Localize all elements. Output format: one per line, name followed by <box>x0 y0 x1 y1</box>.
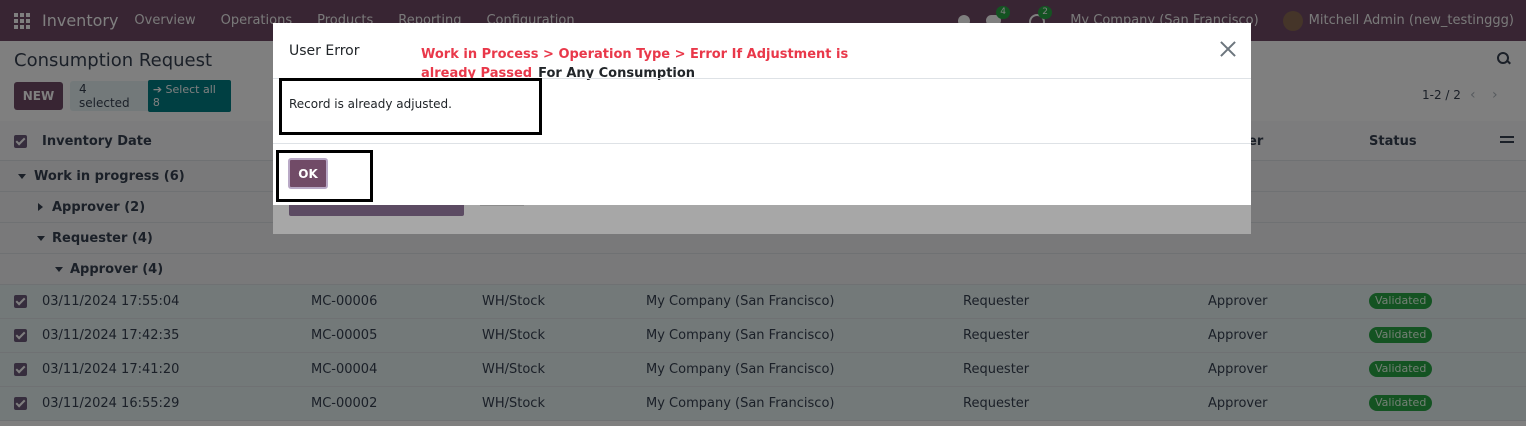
user-error-dialog: User Error Work in Process > Operation T… <box>273 23 1251 205</box>
dialog-title: User Error <box>289 43 360 59</box>
close-icon[interactable] <box>1220 41 1236 57</box>
dialog-footer-divider <box>273 143 1251 144</box>
ok-button[interactable]: OK <box>288 158 328 189</box>
highlight-box-message <box>279 78 542 135</box>
